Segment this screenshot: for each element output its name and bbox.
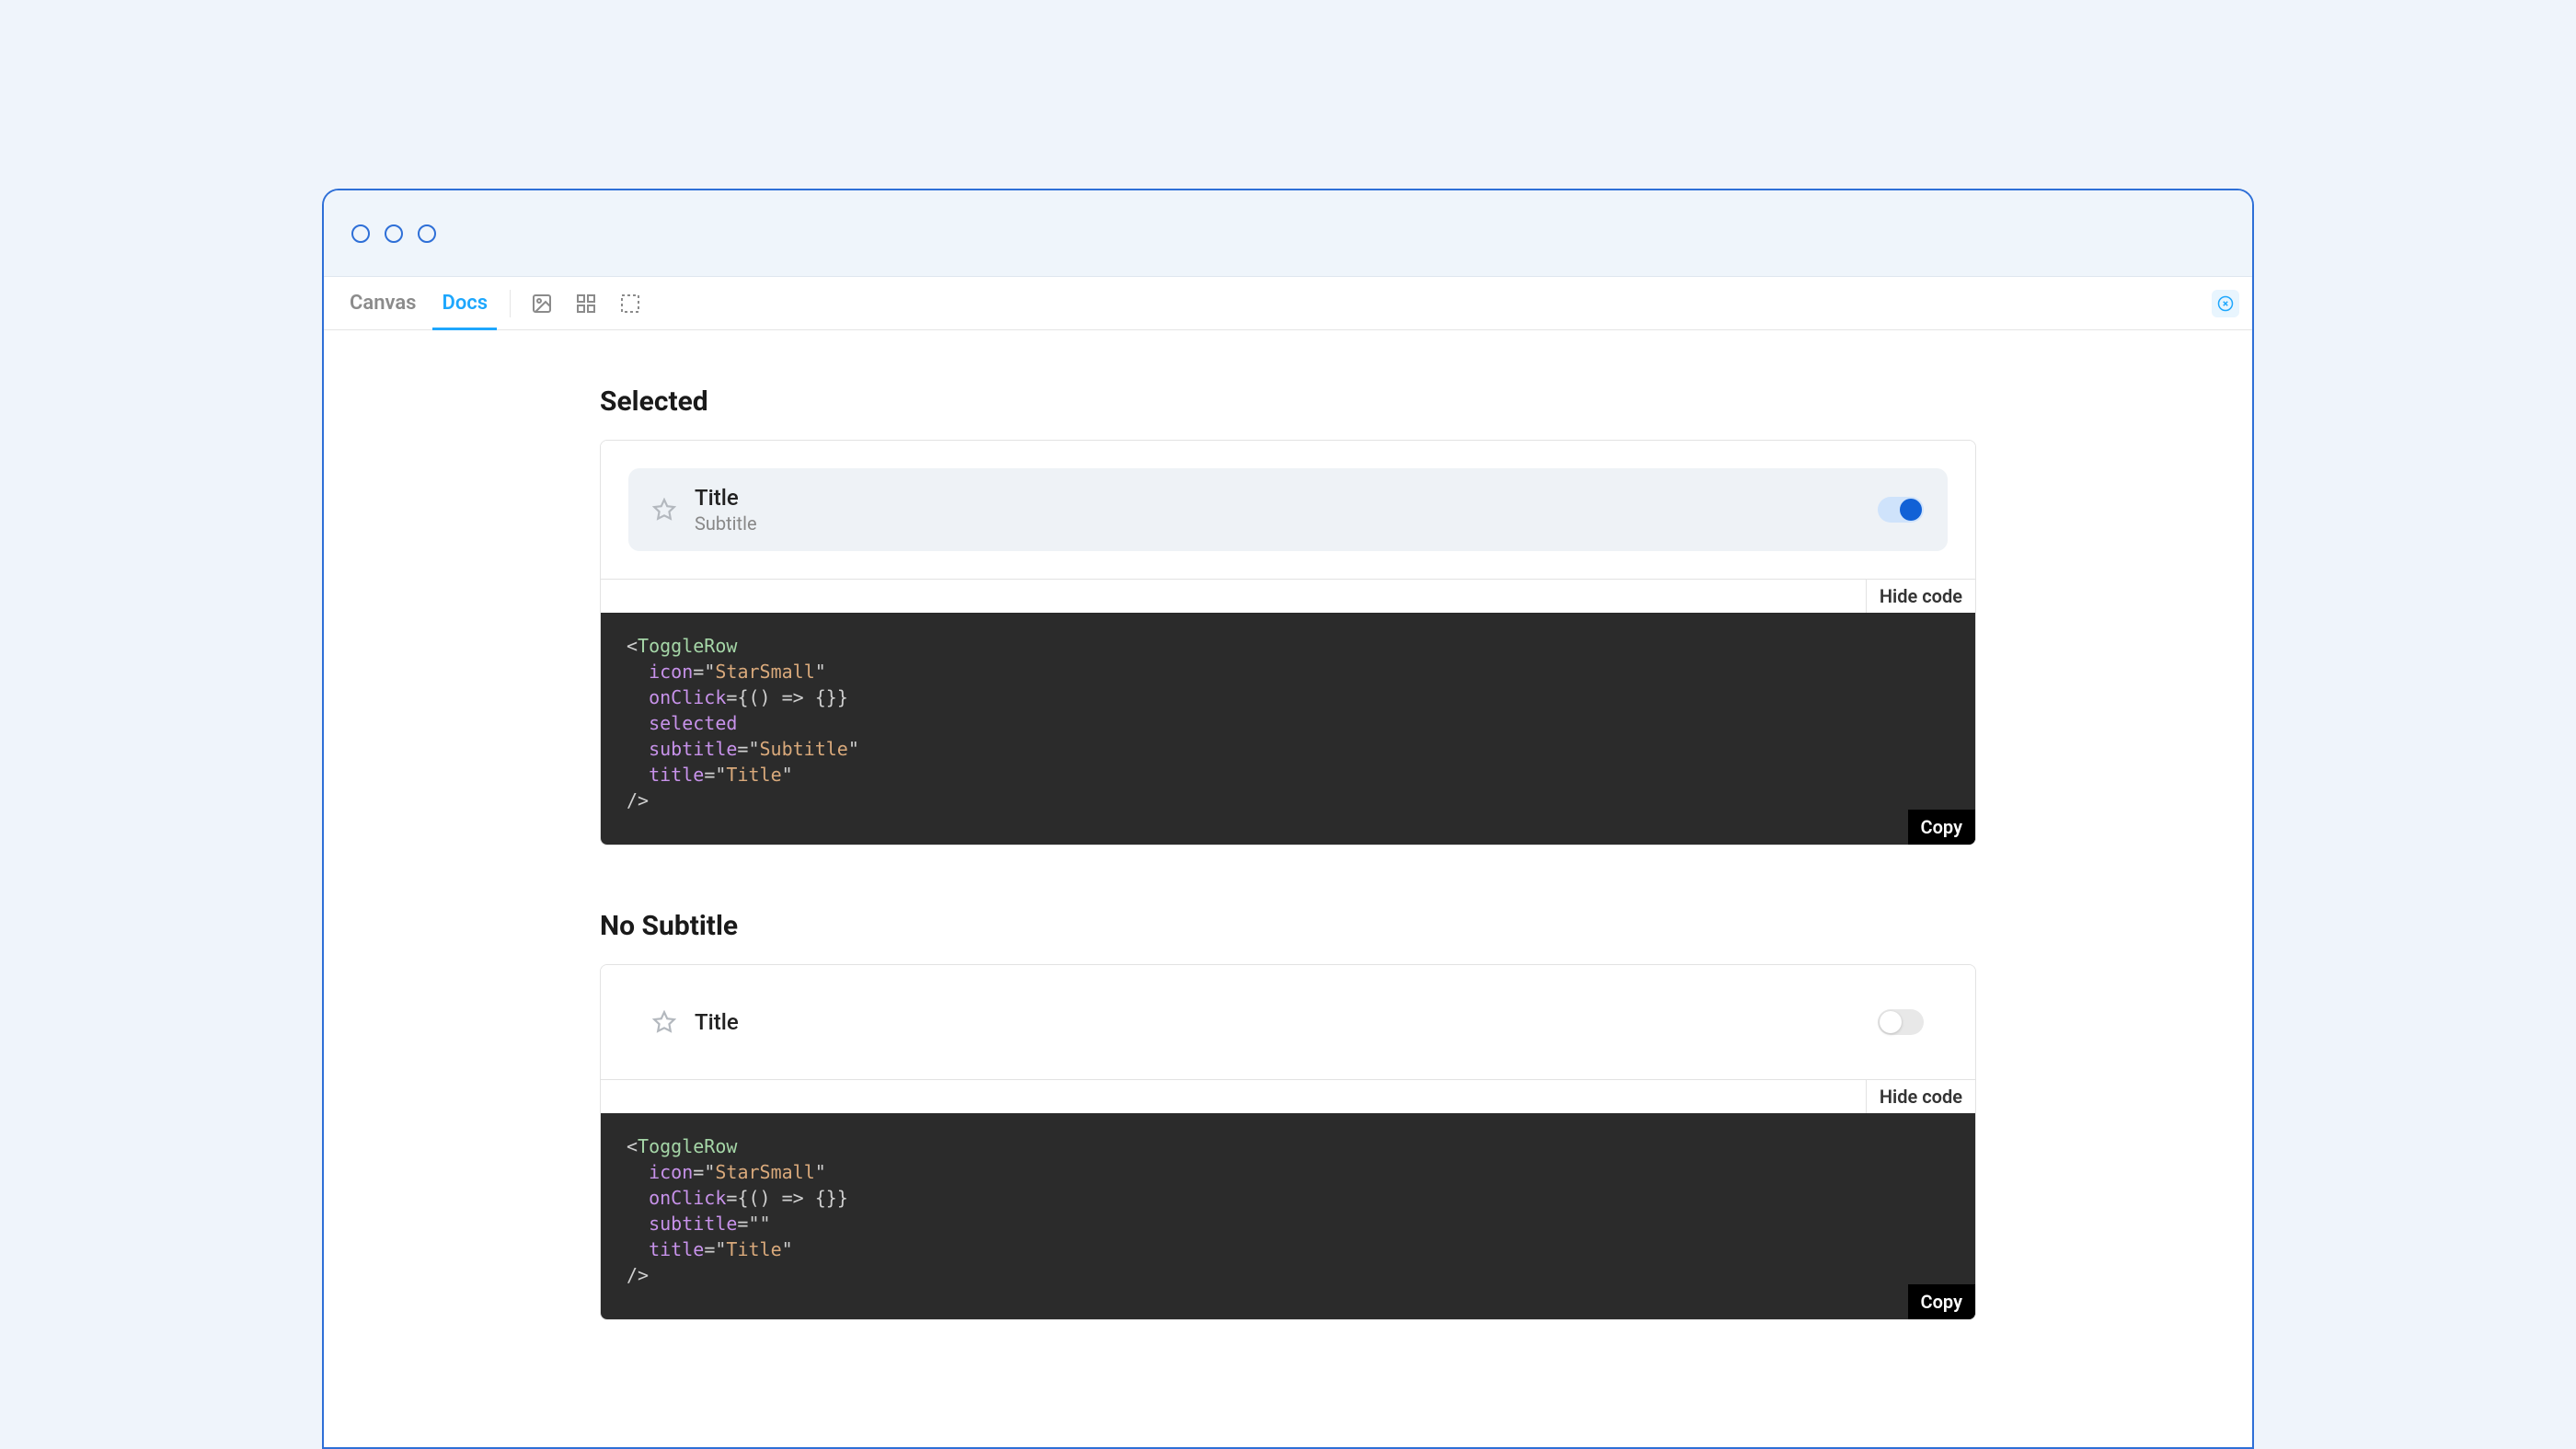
- toggle-row[interactable]: Title: [628, 993, 1948, 1052]
- toggle-row[interactable]: Title Subtitle: [628, 468, 1948, 551]
- toggle-switch[interactable]: [1878, 497, 1924, 523]
- window-titlebar: [324, 190, 2252, 277]
- window-control-zoom[interactable]: [418, 224, 436, 243]
- section-heading: No Subtitle: [600, 910, 1976, 942]
- tab-docs[interactable]: Docs: [429, 277, 500, 329]
- toggle-row-title: Title: [695, 485, 1859, 511]
- close-addons-button[interactable]: [2212, 290, 2239, 317]
- copy-button[interactable]: Copy: [1908, 1284, 1975, 1319]
- grid-icon[interactable]: [575, 293, 597, 315]
- window-control-close[interactable]: [351, 224, 370, 243]
- hide-code-bar: Hide code: [601, 1079, 1975, 1113]
- toolbar-separator: [510, 290, 511, 317]
- example-card: Title Subtitle Hide code <ToggleRow icon…: [600, 440, 1976, 845]
- toggle-row-subtitle: Subtitle: [695, 512, 1859, 535]
- toggle-row-title: Title: [695, 1009, 1859, 1035]
- hide-code-bar: Hide code: [601, 579, 1975, 613]
- example-card: Title Hide code <ToggleRow icon="StarSma…: [600, 964, 1976, 1320]
- tab-canvas[interactable]: Canvas: [337, 277, 429, 329]
- hide-code-button[interactable]: Hide code: [1866, 1080, 1975, 1113]
- close-icon: [2217, 295, 2234, 312]
- window-control-minimize[interactable]: [385, 224, 403, 243]
- toggle-switch[interactable]: [1878, 1009, 1924, 1035]
- section-no-subtitle: No Subtitle Title Hide code <ToggleRow i…: [600, 910, 1976, 1320]
- example-preview: Title: [601, 965, 1975, 1079]
- storybook-toolbar: Canvas Docs: [324, 277, 2252, 330]
- toggle-row-text: Title: [695, 1009, 1859, 1035]
- section-heading: Selected: [600, 385, 1976, 418]
- code-block[interactable]: <ToggleRow icon="StarSmall" onClick={() …: [601, 1113, 1975, 1319]
- copy-button[interactable]: Copy: [1908, 810, 1975, 845]
- toggle-row-text: Title Subtitle: [695, 485, 1859, 535]
- storybook-window: Canvas Docs Selected Title Subtitle: [322, 189, 2254, 1449]
- expand-icon[interactable]: [619, 293, 641, 315]
- docs-content: Selected Title Subtitle Hide code <To: [324, 330, 2252, 1447]
- star-icon: [652, 1010, 676, 1034]
- example-preview: Title Subtitle: [601, 441, 1975, 579]
- section-selected: Selected Title Subtitle Hide code <To: [600, 385, 1976, 845]
- star-icon: [652, 498, 676, 522]
- code-block[interactable]: <ToggleRow icon="StarSmall" onClick={() …: [601, 613, 1975, 845]
- hide-code-button[interactable]: Hide code: [1866, 580, 1975, 613]
- image-icon[interactable]: [531, 293, 553, 315]
